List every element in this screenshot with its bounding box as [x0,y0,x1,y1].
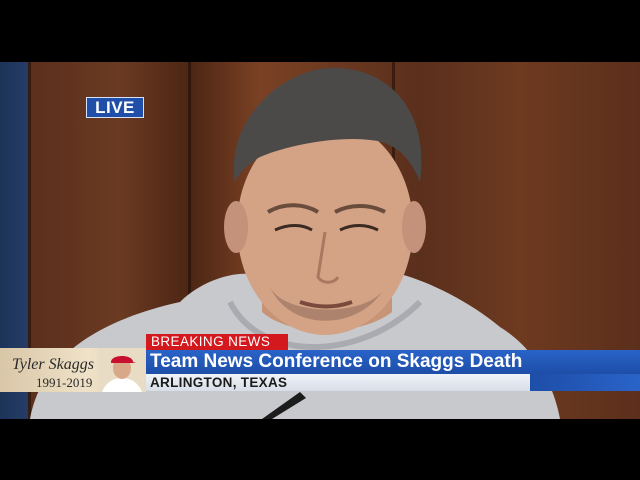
location-bar-tail [530,374,640,391]
memorial-years: 1991-2019 [36,375,93,390]
memorial-name: Tyler Skaggs [12,356,94,373]
location-bar: ARLINGTON, TEXAS [146,374,530,391]
memorial-graphic: Tyler Skaggs 1991-2019 [0,348,146,392]
player-portrait-icon [98,348,146,392]
headline-bar: Team News Conference on Skaggs Death [146,350,640,374]
live-badge: LIVE [86,97,144,118]
breaking-news-label: BREAKING NEWS [146,334,288,350]
